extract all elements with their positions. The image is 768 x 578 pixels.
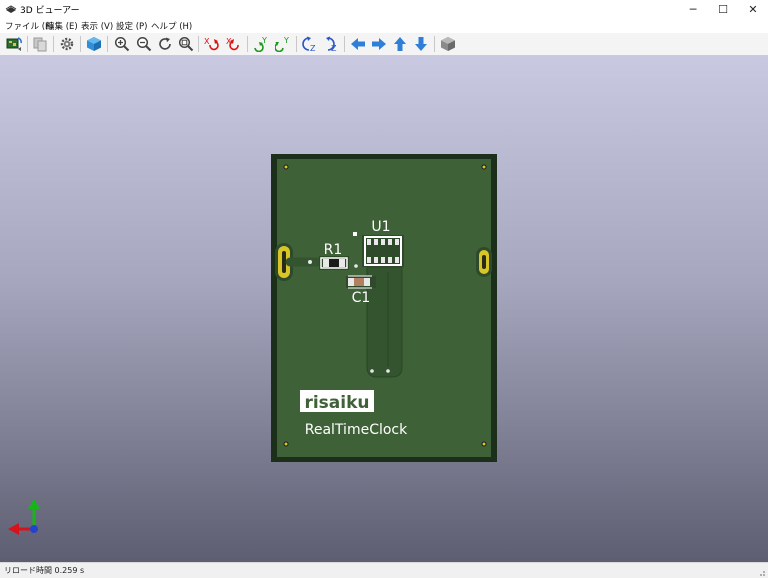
toolbar: X X Y Y Z Z bbox=[0, 33, 768, 56]
z-axis-dot bbox=[30, 525, 38, 533]
toolbar-separator bbox=[80, 36, 81, 52]
settings-button[interactable] bbox=[58, 35, 76, 53]
menu-edit[interactable]: 編集 (E) bbox=[46, 20, 78, 32]
move-right-button[interactable] bbox=[370, 35, 388, 53]
r1-component bbox=[329, 259, 339, 267]
toolbar-separator bbox=[53, 36, 54, 52]
3d-viewport[interactable]: U1 R1 C1 risaiku RealTimeClock bbox=[0, 55, 768, 562]
orthographic-toggle-button[interactable] bbox=[439, 35, 457, 53]
c1-component bbox=[354, 278, 364, 286]
zoom-fit-button[interactable] bbox=[177, 35, 195, 53]
menu-preferences[interactable]: 設定 (P) bbox=[116, 20, 147, 32]
move-left-icon bbox=[351, 38, 365, 50]
resize-grip-icon[interactable] bbox=[756, 567, 766, 577]
move-up-icon bbox=[394, 37, 406, 51]
rotate-z-cw-icon: Z bbox=[302, 36, 316, 52]
pcb-render: U1 R1 C1 risaiku RealTimeClock bbox=[8, 154, 497, 535]
toolbar-separator bbox=[296, 36, 297, 52]
window-title: 3D ビューアー bbox=[20, 6, 80, 16]
orthographic-toggle-icon bbox=[441, 37, 455, 51]
move-down-button[interactable] bbox=[412, 35, 430, 53]
axis-indicator bbox=[8, 499, 40, 535]
toolbar-separator bbox=[434, 36, 435, 52]
rotate-z-ccw-button[interactable]: Z bbox=[322, 35, 340, 53]
status-bar: リロード時間 0.259 s bbox=[0, 562, 768, 578]
zoom-in-icon bbox=[114, 36, 130, 52]
move-up-button[interactable] bbox=[391, 35, 409, 53]
y-axis-arrow bbox=[28, 499, 40, 509]
toolbar-separator bbox=[107, 36, 108, 52]
r1-label: R1 bbox=[324, 242, 343, 258]
copy-to-clipboard-button[interactable] bbox=[31, 35, 49, 53]
rotate-y-ccw-icon: Y bbox=[275, 36, 289, 52]
redraw-icon bbox=[159, 37, 171, 50]
toolbar-separator bbox=[27, 36, 28, 52]
zoom-in-button[interactable] bbox=[113, 35, 131, 53]
app-board-icon bbox=[5, 5, 17, 13]
x-axis-arrow bbox=[8, 523, 19, 535]
reload-time-status: リロード時間 0.259 s bbox=[4, 566, 85, 575]
menu-view[interactable]: 表示 (V) bbox=[81, 20, 113, 32]
svg-text:Z: Z bbox=[331, 44, 337, 52]
title-bar: 3D ビューアー ─ ☐ ✕ bbox=[0, 0, 768, 18]
close-button[interactable]: ✕ bbox=[738, 0, 768, 18]
move-left-button[interactable] bbox=[349, 35, 367, 53]
svg-text:Y: Y bbox=[283, 36, 289, 45]
toolbar-separator bbox=[247, 36, 248, 52]
c1-label: C1 bbox=[352, 290, 371, 306]
render-mode-button[interactable] bbox=[85, 35, 103, 53]
rotate-x-cw-icon: X bbox=[204, 37, 219, 51]
toolbar-separator bbox=[344, 36, 345, 52]
rotate-y-cw-button[interactable]: Y bbox=[252, 35, 270, 53]
rotate-z-cw-button[interactable]: Z bbox=[301, 35, 319, 53]
render-mode-cube-icon bbox=[87, 37, 101, 51]
zoom-fit-icon bbox=[178, 36, 194, 52]
brand-logo: risaiku bbox=[304, 393, 369, 413]
zoom-out-button[interactable] bbox=[135, 35, 153, 53]
copy-to-clipboard-icon bbox=[33, 37, 47, 52]
rotate-y-cw-icon: Y bbox=[254, 36, 267, 52]
svg-text:Z: Z bbox=[310, 44, 316, 52]
reload-board-icon bbox=[6, 37, 22, 51]
product-label: RealTimeClock bbox=[305, 422, 408, 438]
zoom-out-icon bbox=[136, 36, 152, 52]
minimize-button[interactable]: ─ bbox=[678, 0, 708, 18]
svg-text:X: X bbox=[204, 37, 210, 46]
redraw-button[interactable] bbox=[156, 35, 174, 53]
maximize-button[interactable]: ☐ bbox=[708, 0, 738, 18]
rotate-z-ccw-icon: Z bbox=[326, 36, 337, 52]
rotate-x-ccw-icon: X bbox=[226, 37, 239, 51]
menu-help[interactable]: ヘルプ (H) bbox=[151, 20, 192, 32]
settings-gear-icon bbox=[60, 37, 74, 51]
move-right-icon bbox=[372, 38, 386, 50]
u1-label: U1 bbox=[371, 219, 390, 235]
move-down-icon bbox=[415, 37, 427, 51]
reload-board-button[interactable] bbox=[5, 35, 23, 53]
rotate-x-cw-button[interactable]: X bbox=[203, 35, 221, 53]
menu-bar: ファイル (F) 編集 (E) 表示 (V) 設定 (P) ヘルプ (H) bbox=[0, 18, 768, 33]
toolbar-separator bbox=[198, 36, 199, 52]
rotate-y-ccw-button[interactable]: Y bbox=[274, 35, 292, 53]
rotate-x-ccw-button[interactable]: X bbox=[225, 35, 243, 53]
